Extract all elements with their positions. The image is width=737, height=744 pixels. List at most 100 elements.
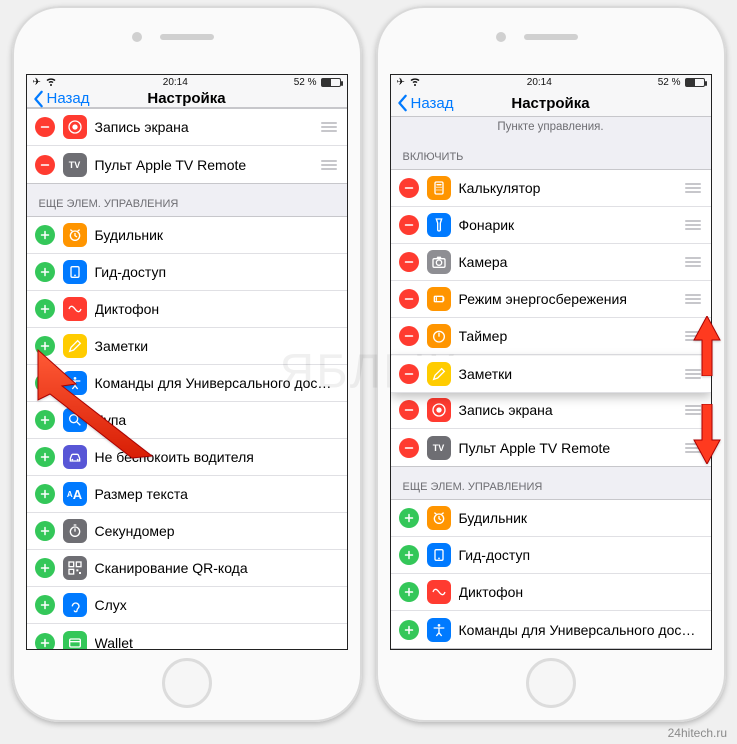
control-row-guided[interactable]: Гид-доступ	[391, 537, 711, 574]
add-button[interactable]	[399, 620, 419, 640]
add-button[interactable]	[35, 410, 55, 430]
remove-button[interactable]	[35, 117, 55, 137]
add-button[interactable]	[399, 508, 419, 528]
remove-button[interactable]	[399, 252, 419, 272]
control-row-magnifier[interactable]: Лупа	[27, 402, 347, 439]
add-button[interactable]	[35, 262, 55, 282]
nav-bar: Назад Настройка	[27, 90, 347, 108]
drag-handle[interactable]	[681, 443, 701, 453]
control-label: Слух	[95, 597, 337, 613]
battery-percent: 52 %	[294, 77, 317, 88]
control-row-wallet[interactable]: Wallet	[27, 624, 347, 650]
calculator-icon	[427, 176, 451, 200]
drag-handle[interactable]	[681, 257, 701, 267]
control-row-qr[interactable]: Сканирование QR-кода	[27, 550, 347, 587]
control-row-guided[interactable]: Гид-доступ	[27, 254, 347, 291]
accessibility-icon	[63, 371, 87, 395]
included-list: Запись экранаTVПульт Apple TV Remote	[27, 108, 347, 184]
control-row-screen_record[interactable]: Запись экрана	[27, 109, 347, 146]
control-label: Гид-доступ	[459, 547, 701, 563]
add-button[interactable]	[35, 336, 55, 356]
screen_record-icon	[63, 115, 87, 139]
wifi-icon	[409, 75, 421, 90]
drag-handle[interactable]	[681, 405, 701, 415]
accessibility-icon	[427, 618, 451, 642]
add-button[interactable]	[399, 582, 419, 602]
control-row-accessibility[interactable]: Команды для Универсального дост…	[391, 611, 711, 648]
magnifier-icon	[63, 408, 87, 432]
remove-button[interactable]	[35, 155, 55, 175]
alarm-icon	[427, 506, 451, 530]
home-button[interactable]	[526, 658, 576, 708]
control-row-apple_tv[interactable]: TVПульт Apple TV Remote	[391, 429, 711, 466]
control-row-notes[interactable]: Заметки	[391, 356, 711, 393]
remove-button[interactable]	[399, 364, 419, 384]
back-button[interactable]: Назад	[33, 90, 90, 107]
add-button[interactable]	[35, 299, 55, 319]
battery-icon	[685, 78, 705, 87]
camera_app-icon	[427, 250, 451, 274]
drag-handle[interactable]	[317, 160, 337, 170]
control-row-notes[interactable]: Заметки	[27, 328, 347, 365]
back-label: Назад	[411, 95, 454, 112]
control-row-low_power[interactable]: Режим энергосбережения	[391, 281, 711, 318]
remove-button[interactable]	[399, 438, 419, 458]
speaker	[160, 34, 214, 40]
more-list: Будильник Гид-доступ Диктофон Команды для У…	[391, 499, 711, 649]
add-button[interactable]	[35, 595, 55, 615]
drag-handle[interactable]	[681, 220, 701, 230]
drag-handle[interactable]	[681, 369, 701, 379]
control-label: Будильник	[459, 510, 701, 526]
remove-button[interactable]	[399, 326, 419, 346]
screen_record-icon	[427, 398, 451, 422]
front-camera	[132, 32, 142, 42]
remove-button[interactable]	[399, 215, 419, 235]
control-row-hearing[interactable]: Слух	[27, 587, 347, 624]
home-button[interactable]	[162, 658, 212, 708]
control-label: Команды для Универсального дост…	[459, 622, 701, 638]
control-row-alarm[interactable]: Будильник	[391, 500, 711, 537]
control-row-dnd_driving[interactable]: Не беспокоить водителя	[27, 439, 347, 476]
remove-button[interactable]	[399, 400, 419, 420]
screen: ✈ 20:14 52 % Назад Настройка Запис	[26, 74, 348, 650]
add-button[interactable]	[35, 484, 55, 504]
add-button[interactable]	[399, 545, 419, 565]
control-row-text_size[interactable]: AAРазмер текста	[27, 476, 347, 513]
control-row-voice_memo[interactable]: Диктофон	[391, 574, 711, 611]
control-label: Калькулятор	[459, 180, 673, 196]
low_power-icon	[427, 287, 451, 311]
control-row-apple_tv[interactable]: TVПульт Apple TV Remote	[27, 146, 347, 183]
guided-icon	[427, 543, 451, 567]
add-button[interactable]	[35, 633, 55, 651]
drag-handle[interactable]	[317, 122, 337, 132]
battery-icon	[321, 78, 341, 87]
drag-handle[interactable]	[681, 331, 701, 341]
notes-icon	[427, 362, 451, 386]
add-button[interactable]	[35, 447, 55, 467]
control-row-alarm[interactable]: Будильник	[27, 217, 347, 254]
stopwatch-icon	[63, 519, 87, 543]
remove-button[interactable]	[399, 289, 419, 309]
add-button[interactable]	[35, 558, 55, 578]
control-row-flashlight[interactable]: Фонарик	[391, 207, 711, 244]
back-button[interactable]: Назад	[397, 90, 454, 116]
add-button[interactable]	[35, 373, 55, 393]
control-row-screen_record[interactable]: Запись экрана	[391, 392, 711, 429]
control-label: Пульт Apple TV Remote	[459, 440, 673, 456]
control-row-timer[interactable]: Таймер	[391, 318, 711, 355]
section-header-included: ВКЛЮЧИТЬ	[391, 137, 711, 169]
control-row-voice_memo[interactable]: Диктофон	[27, 291, 347, 328]
control-row-stopwatch[interactable]: Секундомер	[27, 513, 347, 550]
included-list: Калькулятор Фонарик КамераРежим энергосбер…	[391, 169, 711, 467]
add-button[interactable]	[35, 225, 55, 245]
status-time: 20:14	[527, 77, 552, 88]
add-button[interactable]	[35, 521, 55, 541]
wallet-icon	[63, 631, 87, 651]
drag-handle[interactable]	[681, 294, 701, 304]
remove-button[interactable]	[399, 178, 419, 198]
control-row-accessibility[interactable]: Команды для Универсального дост…	[27, 365, 347, 402]
control-row-camera_app[interactable]: Камера	[391, 244, 711, 281]
drag-handle[interactable]	[681, 183, 701, 193]
control-label: Фонарик	[459, 217, 673, 233]
control-row-calculator[interactable]: Калькулятор	[391, 170, 711, 207]
